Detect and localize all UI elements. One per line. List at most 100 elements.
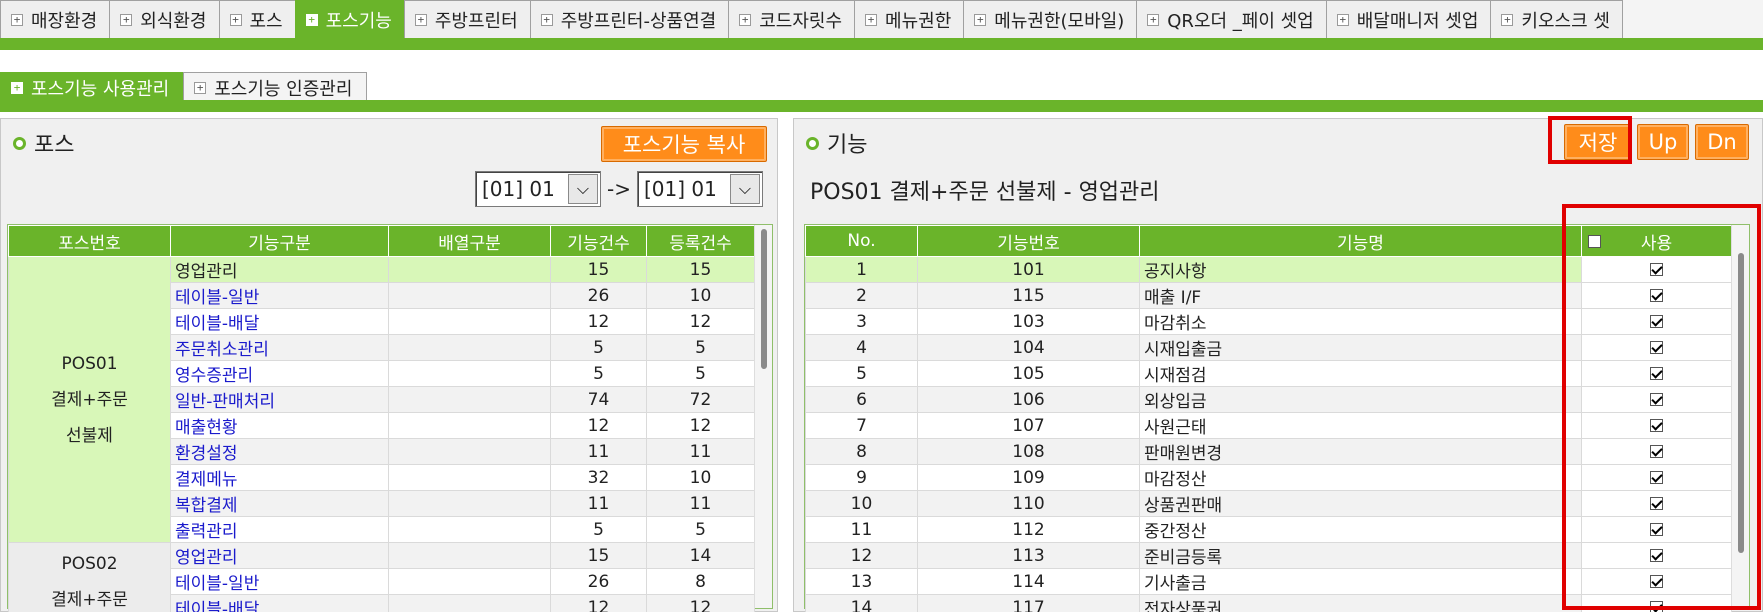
table-row[interactable]: 10 110 상품권판매: [805, 490, 1732, 517]
use-checkbox[interactable]: [1650, 263, 1663, 276]
top-tab[interactable]: + 메뉴권한(모바일): [963, 0, 1138, 38]
table-row[interactable]: 1 101 공지사항: [805, 256, 1732, 283]
table-row[interactable]: 13 114 기사출금: [805, 568, 1732, 595]
table-row[interactable]: 3 103 마감취소: [805, 308, 1732, 335]
table-row[interactable]: 9 109 마감정산: [805, 464, 1732, 491]
function-category-cell[interactable]: 영수증관리: [170, 360, 389, 387]
table-row[interactable]: 7 107 사원근태: [805, 412, 1732, 439]
top-tab[interactable]: + 포스: [218, 0, 296, 38]
top-tab[interactable]: + 메뉴권한: [854, 0, 965, 38]
top-tab[interactable]: + 코드자릿수: [728, 0, 856, 38]
use-checkbox[interactable]: [1650, 575, 1663, 588]
use-checkbox[interactable]: [1650, 289, 1663, 302]
function-category-cell[interactable]: 영업관리: [170, 256, 389, 283]
top-tab[interactable]: + 외식환경: [109, 0, 220, 38]
chevron-down-icon[interactable]: ⌵: [729, 174, 760, 204]
array-type-cell: [388, 542, 551, 569]
use-cell: [1581, 464, 1732, 491]
copy-pos-function-button[interactable]: 포스기능 복사: [601, 126, 767, 162]
row-number-cell: 1: [805, 256, 918, 283]
function-name-cell: 공지사항: [1139, 256, 1582, 283]
function-count-cell: 5: [550, 360, 647, 387]
table-row[interactable]: POS02 결제+주문 영업관리 15 14: [8, 542, 755, 612]
table-row[interactable]: 4 104 시재입출금: [805, 334, 1732, 361]
function-category-cell[interactable]: 주문취소관리: [170, 334, 389, 361]
top-tab-underline: [0, 38, 1763, 50]
function-category-cell[interactable]: 테이블-일반: [170, 568, 389, 595]
row-number-cell: 4: [805, 334, 918, 361]
registered-count-cell: 8: [646, 568, 755, 595]
top-tab[interactable]: + 포스기능: [294, 0, 405, 38]
function-code-cell: 109: [917, 464, 1140, 491]
registered-count-cell: 15: [646, 256, 755, 283]
function-category-cell[interactable]: 결제메뉴: [170, 464, 389, 491]
move-up-button[interactable]: Up: [1637, 124, 1689, 160]
column-header: 기능구분: [170, 225, 389, 257]
table-row[interactable]: POS01 결제+주문 선불제 영업관리 15 15: [8, 256, 755, 543]
function-code-cell: 105: [917, 360, 1140, 387]
table-row[interactable]: 11 112 중간정산: [805, 516, 1732, 543]
function-count-cell: 74: [550, 386, 647, 413]
table-row[interactable]: 5 105 시재점검: [805, 360, 1732, 387]
function-category-cell[interactable]: 테이블-배달: [170, 308, 389, 335]
save-button[interactable]: 저장: [1564, 124, 1632, 160]
function-category-cell[interactable]: 영업관리: [170, 542, 389, 569]
top-tab[interactable]: + 배달매니저 셋업: [1325, 0, 1492, 38]
use-cell: [1581, 516, 1732, 543]
use-cell: [1581, 334, 1732, 361]
plus-icon: +: [865, 13, 878, 26]
table-row[interactable]: 6 106 외상입금: [805, 386, 1732, 413]
pos-grid-scrollbar[interactable]: [754, 225, 772, 608]
use-checkbox[interactable]: [1650, 471, 1663, 484]
function-category-cell[interactable]: 복합결제: [170, 490, 389, 517]
function-category-cell[interactable]: 매출현황: [170, 412, 389, 439]
pos-grid-scroll-thumb[interactable]: [761, 229, 767, 369]
use-checkbox[interactable]: [1650, 549, 1663, 562]
registered-count-cell: 12: [646, 308, 755, 335]
use-checkbox[interactable]: [1650, 445, 1663, 458]
function-category-cell[interactable]: 테이블-일반: [170, 282, 389, 309]
top-tab[interactable]: + 주방프린터: [403, 0, 531, 38]
sub-tab[interactable]: + 포스기능 인증관리: [183, 72, 368, 102]
function-grid-scrollbar[interactable]: [1731, 225, 1749, 608]
top-tab[interactable]: + 키오스크 셋: [1490, 0, 1623, 38]
registered-count-cell: 72: [646, 386, 755, 413]
top-tab[interactable]: + 매장환경: [0, 0, 111, 38]
select-all-checkbox[interactable]: [1588, 235, 1601, 248]
table-row[interactable]: 12 113 준비금등록: [805, 542, 1732, 569]
use-checkbox[interactable]: [1650, 523, 1663, 536]
table-row[interactable]: 2 115 매출 I/F: [805, 282, 1732, 309]
column-header: 포스번호: [8, 225, 171, 257]
chevron-down-icon[interactable]: ⌵: [568, 174, 598, 204]
function-grid-scroll-thumb[interactable]: [1738, 253, 1744, 553]
sub-tab[interactable]: + 포스기능 사용관리: [0, 72, 185, 102]
use-checkbox[interactable]: [1650, 315, 1663, 328]
use-checkbox[interactable]: [1650, 367, 1663, 380]
table-row[interactable]: 8 108 판매원변경: [805, 438, 1732, 465]
top-tab[interactable]: + QR오더 _페이 셋업: [1136, 0, 1327, 38]
top-tab-label: 메뉴권한: [885, 10, 952, 32]
pos-number-cell[interactable]: POS02 결제+주문: [8, 542, 171, 612]
use-checkbox[interactable]: [1650, 419, 1663, 432]
move-down-button[interactable]: Dn: [1695, 124, 1749, 160]
selected-function-group-title: POS01 결제+주문 선불제 - 영업관리: [810, 180, 1160, 205]
table-row[interactable]: 14 117 전자상품권: [805, 594, 1732, 612]
plus-icon: +: [194, 81, 207, 94]
function-count-cell: 12: [550, 308, 647, 335]
use-checkbox[interactable]: [1650, 341, 1663, 354]
use-checkbox[interactable]: [1650, 497, 1663, 510]
use-checkbox[interactable]: [1650, 393, 1663, 406]
use-checkbox[interactable]: [1650, 601, 1663, 612]
function-code-cell: 106: [917, 386, 1140, 413]
row-number-cell: 5: [805, 360, 918, 387]
pos-number-cell[interactable]: POS01 결제+주문 선불제: [8, 256, 171, 543]
source-pos-select[interactable]: [01] 01 ⌵: [475, 171, 601, 207]
function-category-cell[interactable]: 일반-판매처리: [170, 386, 389, 413]
function-category-cell[interactable]: 테이블-배달: [170, 594, 389, 612]
function-category-cell[interactable]: 환경설정: [170, 438, 389, 465]
target-pos-select[interactable]: [01] 01 ⌵: [636, 171, 763, 207]
function-category-cell[interactable]: 출력관리: [170, 516, 389, 543]
column-header: 등록건수: [646, 225, 755, 257]
function-grid: No. 기능번호 기능명 사용 1 101 공지사항 2 115 매출 I/F 3 103 마감취소 4…: [804, 224, 1750, 612]
top-tab[interactable]: + 주방프린터-상품연결: [529, 0, 730, 38]
